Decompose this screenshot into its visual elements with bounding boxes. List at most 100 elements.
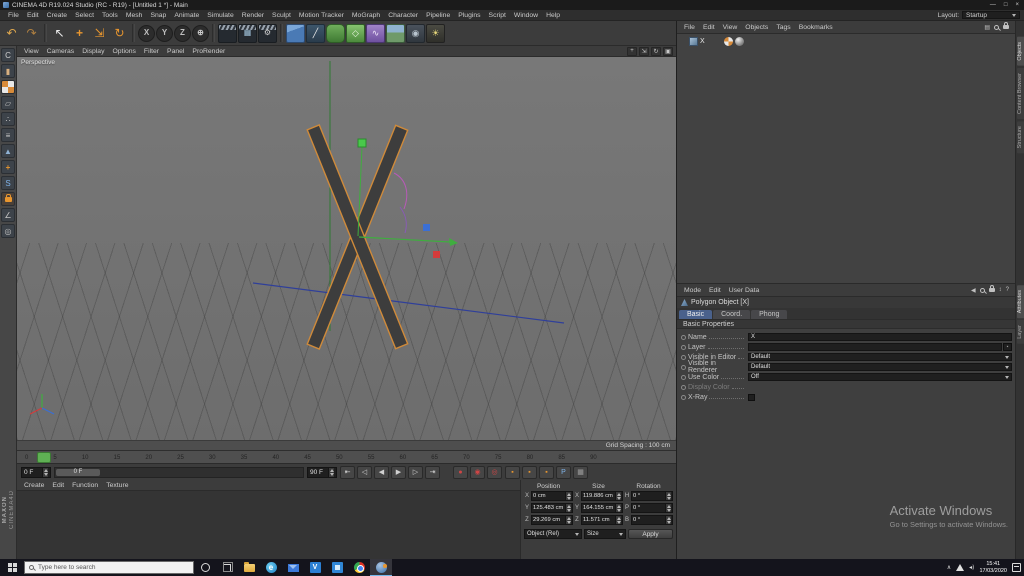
autokey-button[interactable]: ◉: [470, 466, 485, 479]
current-frame-field[interactable]: 0 F: [21, 467, 51, 478]
material-menu-create[interactable]: Create: [20, 482, 48, 489]
cinema4d-icon[interactable]: [370, 559, 392, 576]
animation-dot-icon[interactable]: [681, 335, 686, 340]
enable-axis-icon[interactable]: +: [1, 160, 15, 174]
dock-tab-objects[interactable]: Objects: [1017, 37, 1024, 66]
model-mode-icon[interactable]: ▮: [1, 64, 15, 78]
tab-coord[interactable]: Coord.: [713, 310, 750, 319]
viewport-menu-prorender[interactable]: ProRender: [188, 48, 229, 55]
om-menu-view[interactable]: View: [719, 24, 742, 31]
dock-tab-structure[interactable]: Structure: [1017, 121, 1024, 153]
timeline-tick[interactable]: 90: [590, 455, 597, 461]
menu-simulate[interactable]: Simulate: [203, 12, 237, 19]
viewport-menu-display[interactable]: Display: [78, 48, 108, 55]
menu-motion-tracker[interactable]: Motion Tracker: [295, 12, 348, 19]
y-axis-arrow[interactable]: [449, 238, 458, 246]
material-menu-edit[interactable]: Edit: [48, 482, 68, 489]
z-axis-lock-icon[interactable]: Z: [174, 25, 191, 42]
taskbar-search-input[interactable]: Type here to search: [24, 561, 194, 574]
spinner[interactable]: [42, 468, 48, 477]
dock-tab-content-browser[interactable]: Content Browser: [1017, 68, 1024, 119]
chrome-icon[interactable]: [348, 559, 370, 576]
spinner[interactable]: [565, 516, 571, 524]
material-menu-texture[interactable]: Texture: [102, 482, 132, 489]
hidden-icons-icon[interactable]: ∧: [947, 564, 951, 571]
menu-help[interactable]: Help: [542, 12, 564, 19]
environment-icon[interactable]: [386, 24, 405, 43]
spinner[interactable]: [665, 504, 671, 512]
deformers-icon[interactable]: ∿: [366, 24, 385, 43]
phong-tag-icon[interactable]: [735, 37, 744, 46]
layer-browse-button[interactable]: ▪: [1003, 343, 1012, 351]
render-picture-viewer-icon[interactable]: ▦: [238, 24, 257, 43]
task-view-icon[interactable]: [216, 559, 238, 576]
timeline-tick[interactable]: 55: [368, 455, 375, 461]
frame-slider[interactable]: 0 F: [54, 467, 304, 478]
timeline-tick[interactable]: 0: [25, 455, 28, 461]
menu-character[interactable]: Character: [384, 12, 422, 19]
object-row[interactable]: X: [677, 34, 1015, 46]
menu-window[interactable]: Window: [510, 12, 542, 19]
viewport-menu-view[interactable]: View: [20, 48, 43, 55]
minimize-button[interactable]: —: [990, 2, 996, 8]
am-menu-edit[interactable]: Edit: [705, 287, 725, 294]
goto-end-button[interactable]: ⇥: [425, 466, 440, 479]
timeline-tick[interactable]: 65: [431, 455, 438, 461]
timeline-tick[interactable]: 30: [209, 455, 216, 461]
undo-icon[interactable]: ↶: [2, 24, 21, 43]
perspective-viewport[interactable]: Perspective: [17, 57, 676, 440]
om-menu-edit[interactable]: Edit: [699, 24, 719, 31]
size-mode-dropdown[interactable]: Size: [584, 529, 626, 539]
timeline-tick[interactable]: 80: [527, 455, 534, 461]
add-cube-icon[interactable]: [286, 24, 305, 43]
coord-value-field[interactable]: 0 °: [631, 503, 673, 513]
y-axis-lock-icon[interactable]: Y: [156, 25, 173, 42]
visible-in-editor-dropdown[interactable]: Default: [748, 353, 1012, 361]
edges-mode-icon[interactable]: ≡: [1, 128, 15, 142]
x-axis-lock-icon[interactable]: X: [138, 25, 155, 42]
timeline-tick[interactable]: 20: [145, 455, 152, 461]
coord-value-field[interactable]: 164.155 cm: [581, 503, 623, 513]
timeline-tick[interactable]: 45: [304, 455, 311, 461]
apply-button[interactable]: Apply: [628, 529, 673, 539]
edge-icon[interactable]: e: [260, 559, 282, 576]
menu-script[interactable]: Script: [485, 12, 510, 19]
coord-value-field[interactable]: 119.886 cm: [581, 491, 623, 501]
menu-file[interactable]: File: [4, 12, 23, 19]
maximize-button[interactable]: □: [1004, 2, 1008, 8]
file-explorer-icon[interactable]: [238, 559, 260, 576]
mail-icon[interactable]: [282, 559, 304, 576]
render-view-icon[interactable]: [218, 24, 237, 43]
animation-dot-icon[interactable]: [681, 345, 686, 350]
volume-icon[interactable]: ◂⟩: [969, 564, 974, 571]
x-ray-checkbox[interactable]: [748, 394, 755, 401]
tab-basic[interactable]: Basic: [679, 310, 712, 319]
viewport-menu-cameras[interactable]: Cameras: [43, 48, 79, 55]
coord-value-field[interactable]: 0 °: [631, 515, 673, 525]
cortana-icon[interactable]: [194, 559, 216, 576]
spinner[interactable]: [565, 504, 571, 512]
vscode-icon[interactable]: V: [304, 559, 326, 576]
timeline-tick[interactable]: 15: [114, 455, 121, 461]
search-icon[interactable]: [994, 25, 999, 30]
move-tool-icon[interactable]: +: [70, 24, 89, 43]
render-settings-icon[interactable]: ⚙: [258, 24, 277, 43]
record-pla-toggle[interactable]: ▦: [573, 466, 588, 479]
viewport-canvas[interactable]: [17, 57, 676, 440]
layout-select[interactable]: Startup: [962, 11, 1020, 19]
record-keyframe-button[interactable]: ●: [453, 466, 468, 479]
spinner[interactable]: [665, 516, 671, 524]
polygons-mode-icon[interactable]: ▲: [1, 144, 15, 158]
animation-dot-icon[interactable]: [681, 365, 686, 370]
prev-frame-button[interactable]: ◀: [374, 466, 389, 479]
light-icon[interactable]: ☀: [426, 24, 445, 43]
subdivision-surface-icon[interactable]: [326, 24, 345, 43]
object-name[interactable]: X: [700, 38, 722, 45]
viewport-solo-icon[interactable]: ◎: [1, 224, 15, 238]
om-menu-bookmarks[interactable]: Bookmarks: [795, 24, 837, 31]
timeline-tick[interactable]: 35: [241, 455, 248, 461]
camera-icon[interactable]: ◉: [406, 24, 425, 43]
viewport-menu-options[interactable]: Options: [108, 48, 139, 55]
am-menu-user-data[interactable]: User Data: [725, 287, 764, 294]
pan-view-icon[interactable]: +: [627, 47, 637, 56]
